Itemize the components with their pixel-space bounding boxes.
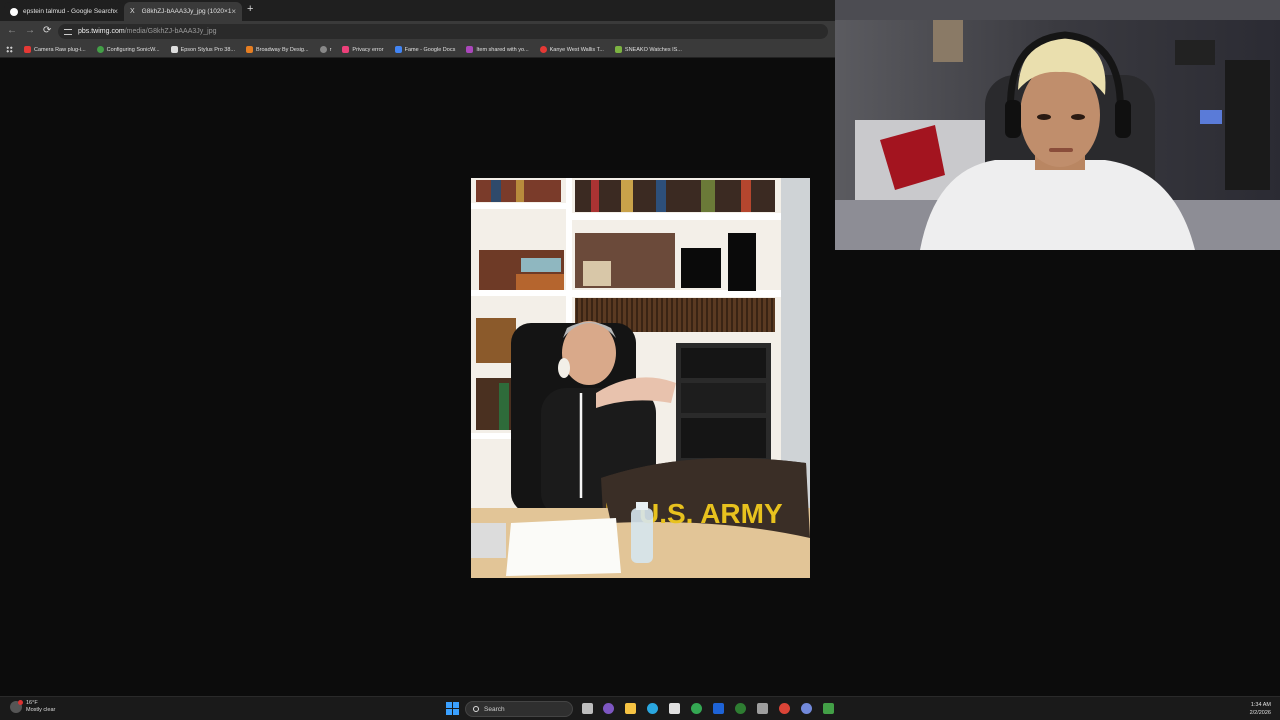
- bookmark-item[interactable]: Privacy error: [342, 46, 384, 53]
- broadway-icon: [245, 46, 253, 53]
- chrome-icon[interactable]: [691, 703, 702, 714]
- bookmark-item[interactable]: Item shared with yo...: [466, 46, 529, 53]
- bookmark-item[interactable]: Camera Raw plug-i...: [24, 46, 86, 53]
- back-icon[interactable]: ←: [7, 25, 17, 36]
- clock-date: 2/2/2026: [1249, 710, 1271, 716]
- bookmarks-bar: Camera Raw plug-i... Configuring SonicW.…: [0, 42, 836, 58]
- url-path: /media/G8khZJ-bAAA3Jy_jpg: [124, 28, 217, 35]
- start-button[interactable]: [446, 702, 459, 715]
- weather-condition: Mostly clear: [26, 707, 56, 713]
- url-host: pbs.twimg.com: [78, 28, 125, 35]
- bookmark-item[interactable]: Fame - Google Docs: [394, 46, 455, 53]
- apps-grid-icon[interactable]: [6, 46, 13, 53]
- search-icon: [473, 706, 479, 712]
- shared-icon: [466, 46, 474, 53]
- adobe-icon: [24, 46, 31, 53]
- tab-image[interactable]: X G8khZJ-bAAA3Jy_jpg (1020×1 ×: [124, 2, 242, 21]
- discord-icon[interactable]: [801, 703, 812, 714]
- taskbar-search[interactable]: Search: [465, 701, 573, 717]
- tab-bar: epstein talmud - Google Search × X G8khZ…: [0, 0, 836, 21]
- taskbar: 16°F Mostly clear Search 1:34 AM 2/2/202…: [0, 696, 1280, 720]
- globe-icon: [319, 46, 327, 53]
- epson-icon: [170, 46, 178, 53]
- bookmark-item[interactable]: Epson Stylus Pro 38...: [170, 46, 235, 53]
- new-tab-button[interactable]: +: [247, 3, 253, 15]
- displayed-image: U.S. ARMY U.S. ARMY: [471, 178, 810, 578]
- rumble-icon: [614, 46, 622, 53]
- google-icon: [10, 7, 18, 16]
- bookmark-item[interactable]: Kanye West Wallis T...: [539, 46, 604, 53]
- tab-title: epstein talmud - Google Search: [23, 8, 115, 15]
- app-green-icon[interactable]: [823, 703, 834, 714]
- reload-icon[interactable]: ⟳: [43, 25, 51, 36]
- tab-close-icon[interactable]: ×: [231, 7, 236, 16]
- file-icon[interactable]: [582, 703, 593, 714]
- chrome-alt-icon[interactable]: [779, 703, 790, 714]
- tab-google-search[interactable]: epstein talmud - Google Search ×: [4, 2, 124, 21]
- youtube-icon: [539, 46, 547, 53]
- army-text-overlay: U.S. ARMY: [639, 498, 783, 529]
- docs-icon: [394, 46, 402, 53]
- bookmark-item[interactable]: Broadway By Desig...: [245, 46, 309, 53]
- edge-icon[interactable]: [647, 703, 658, 714]
- forward-icon[interactable]: →: [25, 25, 35, 36]
- weather-temp: 16°F: [26, 700, 38, 706]
- store-icon[interactable]: [669, 703, 680, 714]
- redaction-box: [728, 233, 756, 291]
- folder-icon[interactable]: [625, 703, 636, 714]
- bookmark-item[interactable]: Configuring SonicW...: [96, 46, 160, 53]
- sonicwall-icon: [96, 46, 104, 53]
- weather-icon: [10, 700, 23, 713]
- webcam-image: [835, 0, 1280, 250]
- tab-title: G8khZJ-bAAA3Jy_jpg (1020×1: [141, 8, 232, 15]
- webcam-feed: [835, 0, 1280, 250]
- x-icon: X: [130, 8, 135, 15]
- system-clock[interactable]: 1:34 AM 2/2/2026: [1250, 701, 1271, 717]
- desktop: epstein talmud - Google Search × X G8khZ…: [0, 0, 1280, 720]
- clock-time: 1:34 AM: [1250, 702, 1271, 708]
- search-placeholder: Search: [484, 705, 505, 713]
- tab-close-icon[interactable]: ×: [113, 7, 118, 16]
- weather-widget[interactable]: 16°F Mostly clear: [10, 700, 55, 714]
- browser-toolbar: ← → ⟳ pbs.twimg.com /media/G8khZJ-bAAA3J…: [0, 21, 836, 42]
- address-bar[interactable]: pbs.twimg.com /media/G8khZJ-bAAA3Jy_jpg: [58, 24, 828, 39]
- site-info-icon[interactable]: [64, 28, 72, 35]
- redaction-box: [681, 248, 721, 288]
- office-photo: U.S. ARMY U.S. ARMY: [471, 178, 810, 578]
- warning-icon: [342, 46, 350, 53]
- copilot-icon[interactable]: [603, 703, 614, 714]
- xbox-icon[interactable]: [735, 703, 746, 714]
- bookmark-item[interactable]: r: [319, 46, 331, 53]
- app-blue-icon[interactable]: [713, 703, 724, 714]
- bookmark-item[interactable]: SNEAKO Watches IS...: [614, 46, 682, 53]
- app-gray-icon[interactable]: [757, 703, 768, 714]
